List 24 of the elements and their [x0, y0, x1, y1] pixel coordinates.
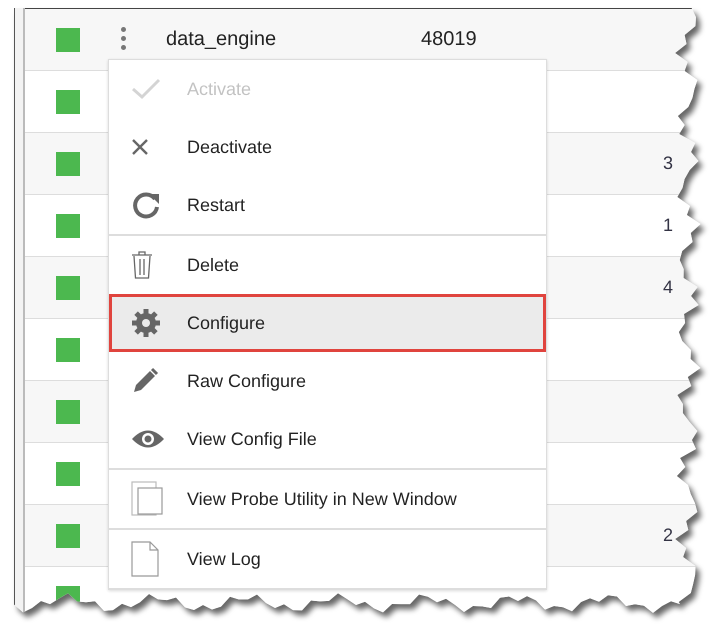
menu-item[interactable]: Raw Configure: [109, 352, 546, 410]
trash-icon: [131, 250, 153, 280]
table-cell: 4: [663, 277, 674, 298]
menu-item[interactable]: Configure: [109, 294, 546, 352]
menu-item[interactable]: View Probe Utility in New Window: [109, 470, 546, 528]
table-cell: data_engine: [166, 28, 276, 51]
gear-icon: [131, 308, 161, 338]
check-icon: [131, 78, 161, 100]
menu-item[interactable]: Restart: [109, 176, 546, 234]
copy-icon: [131, 481, 163, 517]
pencil-icon: [131, 367, 159, 395]
more-icon[interactable]: [121, 27, 127, 50]
table-cell: 48019: [421, 28, 477, 51]
table-cell: 1: [663, 215, 674, 236]
table-cell: 3: [663, 153, 674, 174]
menu-item[interactable]: View Log: [109, 530, 546, 588]
table-cell: 2: [663, 525, 674, 546]
close-icon: [131, 138, 149, 156]
menu-item[interactable]: View Config File: [109, 410, 546, 468]
eye-icon: [131, 428, 165, 450]
file-icon: [131, 541, 159, 577]
menu-item[interactable]: Delete: [109, 236, 546, 294]
menu-item[interactable]: Deactivate: [109, 118, 546, 176]
restart-icon: [131, 190, 161, 220]
